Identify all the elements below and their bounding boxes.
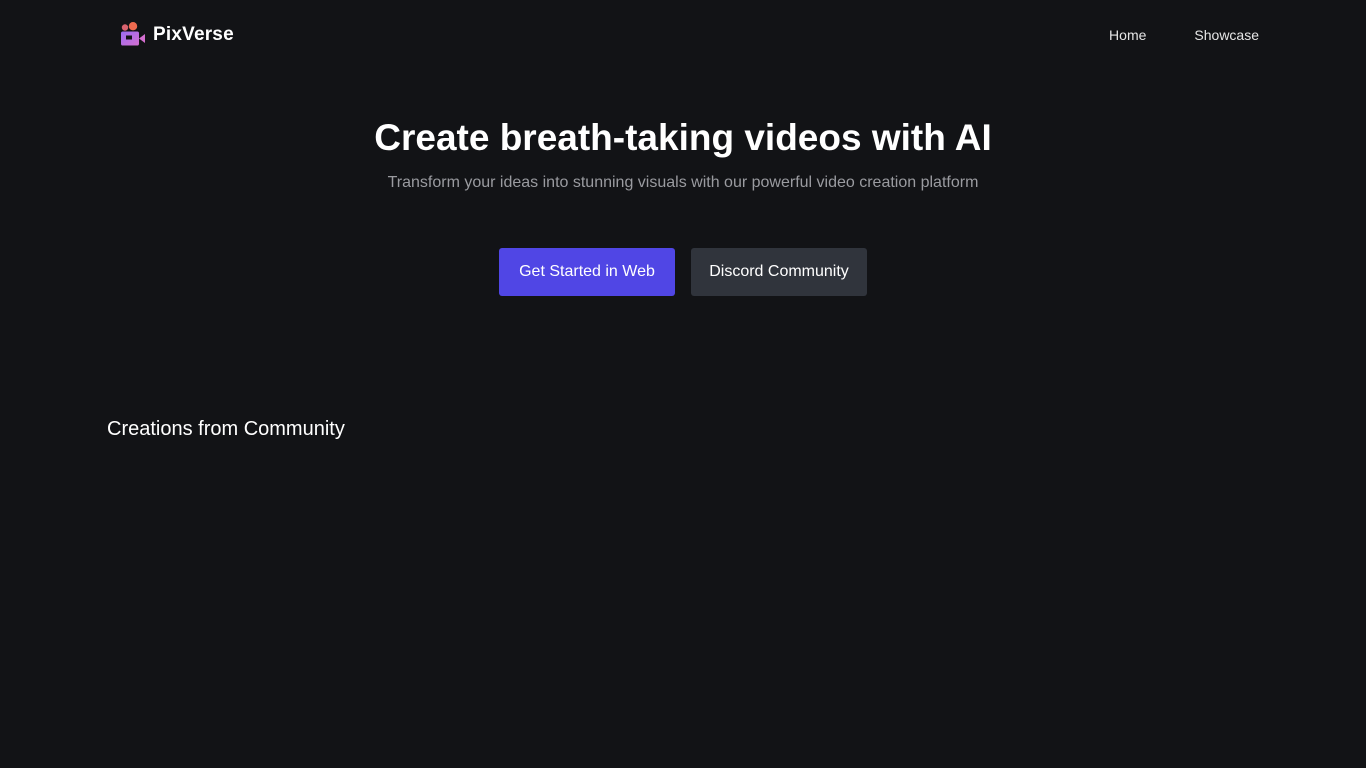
discord-community-button[interactable]: Discord Community	[691, 248, 867, 296]
navbar: PixVerse Home Showcase	[0, 0, 1366, 72]
nav-home-link[interactable]: Home	[1109, 27, 1146, 43]
cta-row: Get Started in Web Discord Community	[0, 248, 1366, 296]
nav-showcase-link[interactable]: Showcase	[1194, 27, 1259, 43]
community-section-title: Creations from Community	[107, 418, 345, 440]
brand-name: PixVerse	[153, 24, 234, 45]
hero-subtitle: Transform your ideas into stunning visua…	[387, 174, 979, 191]
logo-link[interactable]: PixVerse	[120, 21, 234, 47]
nav-links: Home Showcase	[1061, 27, 1259, 43]
hero-title: Create breath-taking videos with AI	[374, 117, 992, 158]
camera-logo-icon	[121, 22, 145, 46]
get-started-button[interactable]: Get Started in Web	[499, 248, 675, 296]
page: PixVerse Home Showcase Create breath-tak…	[0, 0, 1366, 768]
